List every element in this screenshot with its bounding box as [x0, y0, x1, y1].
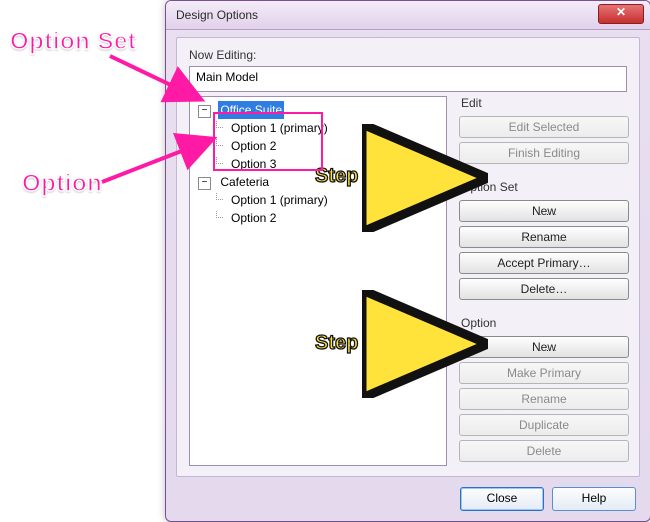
titlebar: Design Options ✕ — [166, 1, 650, 30]
collapse-icon[interactable]: − — [198, 105, 211, 118]
option-make-primary-button[interactable]: Make Primary — [459, 362, 629, 384]
step-1-label: Step 1 — [315, 165, 375, 188]
window-close-button[interactable]: ✕ — [598, 4, 644, 24]
dialog-title: Design Options — [176, 8, 258, 22]
now-editing-field[interactable]: Main Model — [189, 66, 627, 92]
button-column: Edit Edit Selected Finish Editing Option… — [459, 96, 627, 466]
collapse-icon[interactable]: − — [198, 177, 211, 190]
dialog-client-area: Now Editing: Main Model − Office Suite O… — [176, 37, 640, 477]
option-rename-button[interactable]: Rename — [459, 388, 629, 410]
edit-selected-button[interactable]: Edit Selected — [459, 116, 629, 138]
tree-option[interactable]: Option 2 — [216, 209, 446, 227]
step-2-label: Step 2 — [315, 332, 375, 355]
option-duplicate-button[interactable]: Duplicate — [459, 414, 629, 436]
option-new-button[interactable]: New — [459, 336, 629, 358]
tree-set-label[interactable]: Cafeteria — [218, 173, 271, 191]
now-editing-label: Now Editing: — [189, 48, 627, 62]
dialog-footer: Close Help — [460, 487, 636, 511]
option-set-group-label: Option Set — [461, 180, 627, 194]
options-highlight-box — [213, 112, 323, 171]
tree-connector-icon — [216, 193, 223, 200]
help-button[interactable]: Help — [552, 487, 636, 511]
option-set-new-button[interactable]: New — [459, 200, 629, 222]
callout-option: Option — [22, 170, 102, 198]
option-set-accept-primary-button[interactable]: Accept Primary… — [459, 252, 629, 274]
option-delete-button[interactable]: Delete — [459, 440, 629, 462]
tree-connector-icon — [216, 211, 223, 218]
finish-editing-button[interactable]: Finish Editing — [459, 142, 629, 164]
option-set-rename-button[interactable]: Rename — [459, 226, 629, 248]
callout-option-set: Option Set — [10, 28, 136, 56]
tree-option[interactable]: Option 1 (primary) — [216, 191, 446, 209]
close-button[interactable]: Close — [460, 487, 544, 511]
edit-group-label: Edit — [461, 96, 627, 110]
design-options-dialog: Design Options ✕ Now Editing: Main Model… — [165, 0, 650, 522]
option-group-label: Option — [461, 316, 627, 330]
option-set-delete-button[interactable]: Delete… — [459, 278, 629, 300]
